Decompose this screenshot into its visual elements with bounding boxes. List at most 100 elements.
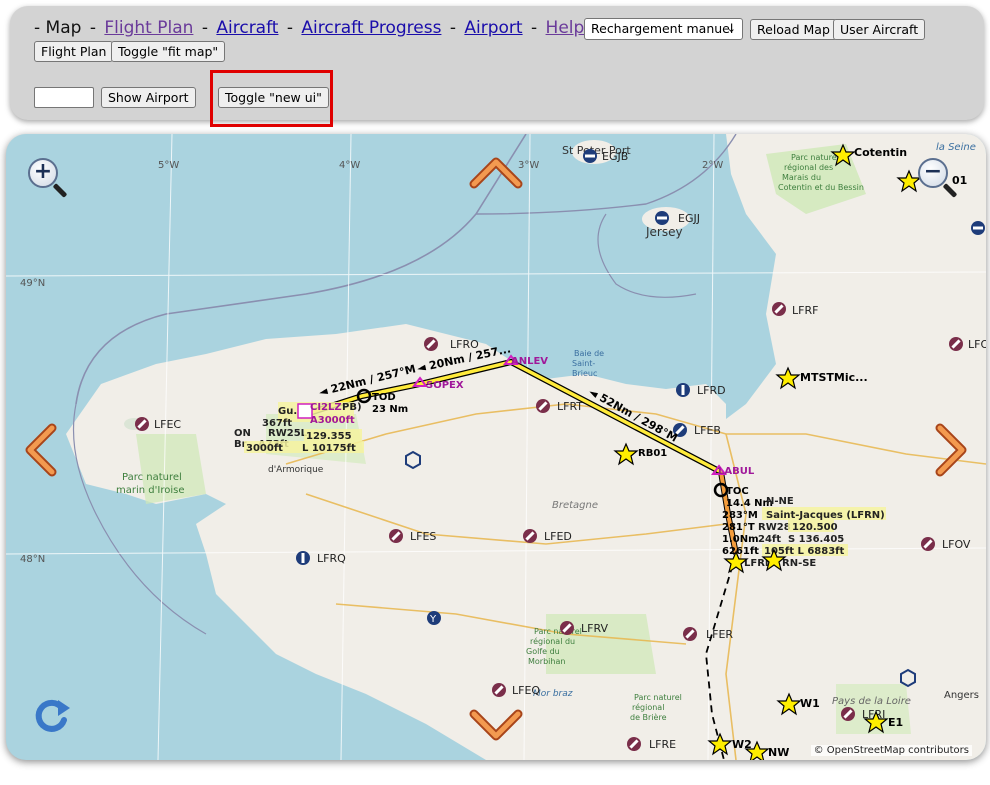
nav-link-flight-plan[interactable]: Flight Plan (104, 18, 193, 38)
waypoint-label: RB01 (638, 448, 667, 459)
lon-label: 2°W (702, 160, 723, 171)
chevron-down-icon: ⌄ (726, 22, 736, 35)
svg-text:24ft: 24ft (758, 534, 781, 545)
heliport-icon: Y (427, 611, 441, 625)
route-point-label: LABUL (718, 466, 755, 477)
airport-label: LFEC (154, 418, 181, 431)
map-canvas[interactable]: 5°W 4°W 3°W 2°W 49°N 48°N St Peter Port … (6, 134, 986, 760)
map-view[interactable]: 5°W 4°W 3°W 2°W 49°N 48°N St Peter Port … (6, 134, 986, 760)
waypoint-label: NW (768, 746, 789, 759)
airport-label: EGJJ (678, 212, 700, 225)
nav-link-aircraft-progress[interactable]: Aircraft Progress (301, 18, 441, 38)
svg-text:RW28: RW28 (758, 522, 791, 533)
reload-map-button[interactable]: Reload Map (750, 19, 837, 40)
airport-icon (921, 537, 935, 551)
airport-icon (971, 221, 985, 235)
airport-label: LFEB (694, 424, 721, 437)
dest-freq: 129.355 (306, 431, 352, 442)
dest-info-text: 3000ft (246, 443, 283, 454)
airport-label: LFOV (942, 538, 971, 551)
airport-label: LFRD (697, 384, 726, 397)
svg-text:N-NE: N-NE (766, 496, 794, 507)
tod-label: TOD (372, 392, 396, 403)
toggle-new-ui-button[interactable]: Toggle "new ui" (218, 87, 329, 108)
route-point-label: CI2LZ (310, 402, 342, 413)
zoom-out-icon: − (923, 159, 943, 184)
user-aircraft-button[interactable]: User Aircraft (833, 19, 926, 40)
svg-text:120.500: 120.500 (792, 522, 838, 533)
airport-icon (772, 302, 786, 316)
airport-label: LFRE (649, 738, 676, 751)
waypoint-label: 01 (952, 174, 967, 187)
zoom-in-button[interactable]: + (28, 158, 68, 198)
airport-icon (676, 383, 690, 397)
lat-label: 48°N (20, 554, 45, 565)
toc-hdg: 281°T (722, 522, 755, 533)
airport-icon (560, 621, 574, 635)
lat-label: 49°N (20, 278, 45, 289)
airport-label: LFRQ (317, 552, 346, 565)
toc-label: TOC (726, 486, 749, 497)
airport-icon (389, 529, 403, 543)
airport-icon (949, 337, 963, 351)
dest-rwy: L 10175ft (302, 443, 356, 454)
nav-link-airport[interactable]: Airport (464, 18, 522, 38)
pan-left-arrow[interactable] (25, 423, 57, 477)
airport-icon (655, 211, 669, 225)
nav-sep: - (34, 18, 46, 38)
airport-label: LFRV (581, 622, 608, 635)
airport-icon (296, 551, 310, 565)
airport-code-input[interactable] (34, 87, 94, 108)
refresh-icon[interactable] (35, 699, 70, 732)
place-label: Angers (944, 690, 979, 701)
airport-label: LFED (544, 530, 572, 543)
toc-dist2: 1.0Nm (722, 534, 759, 545)
airport-icon (424, 337, 438, 351)
svg-text:Y: Y (429, 614, 437, 625)
airport-label: LFRF (792, 304, 818, 317)
toggle-fit-map-button[interactable]: Toggle "fit map" (111, 41, 226, 62)
airport-label: LFEQ (512, 684, 540, 697)
reload-mode-select[interactable]: Rechargement manuel ⌄ (584, 18, 743, 40)
zoom-in-icon: + (33, 159, 53, 184)
svg-text:RN-SE: RN-SE (782, 558, 816, 569)
lon-label: 5°W (158, 160, 179, 171)
waypoint-label: Cotentin (854, 146, 907, 159)
airport-icon (683, 627, 697, 641)
top-toolbar: - Map - Flight Plan - Aircraft - Aircraf… (10, 6, 984, 127)
toc-hdg: 283°M (722, 510, 758, 521)
place-label: Baie de Saint-Brieuc (572, 349, 604, 378)
route-point-label: SOPEX (426, 380, 464, 391)
route-point-label: A3000ft (310, 415, 355, 426)
airport-icon (523, 529, 537, 543)
dest-info-text: RW25L (268, 428, 308, 439)
waypoint-label: W2 (732, 738, 752, 751)
airport-icon (627, 737, 641, 751)
airport-label: LFRT (557, 400, 583, 413)
tod-dist: 23 Nm (372, 404, 408, 415)
airport-icon (536, 399, 550, 413)
airport-label: EGJB (602, 150, 628, 163)
toc-alt: 6261ft (722, 546, 759, 557)
zoom-out-button[interactable]: − (918, 158, 958, 198)
place-label: Bretagne (552, 500, 598, 511)
place-label: Jersey (645, 225, 683, 239)
airport-icon (135, 417, 149, 431)
nav-link-aircraft[interactable]: Aircraft (216, 18, 278, 38)
waypoint-label: MTSTMic... (800, 371, 868, 384)
flight-plan-button[interactable]: Flight Plan (34, 41, 114, 62)
lon-label: 3°W (518, 160, 539, 171)
airport-label: LFES (410, 530, 436, 543)
airport-label: LFO (968, 338, 986, 351)
route-point-label: ANLEV (511, 356, 548, 367)
airport-icon (492, 683, 506, 697)
lon-label: 4°W (339, 160, 360, 171)
map-attribution: © OpenStreetMap contributors (810, 745, 972, 756)
nav-current-page: Map (45, 18, 82, 38)
nav-link-help[interactable]: Help (546, 18, 585, 38)
airport-icon (583, 149, 597, 163)
svg-text:PB): PB) (342, 402, 362, 413)
place-label: la Seine (936, 142, 976, 153)
nav-breadcrumb: - Map - Flight Plan - Aircraft - Aircraf… (34, 18, 599, 38)
show-airport-button[interactable]: Show Airport (101, 87, 196, 108)
